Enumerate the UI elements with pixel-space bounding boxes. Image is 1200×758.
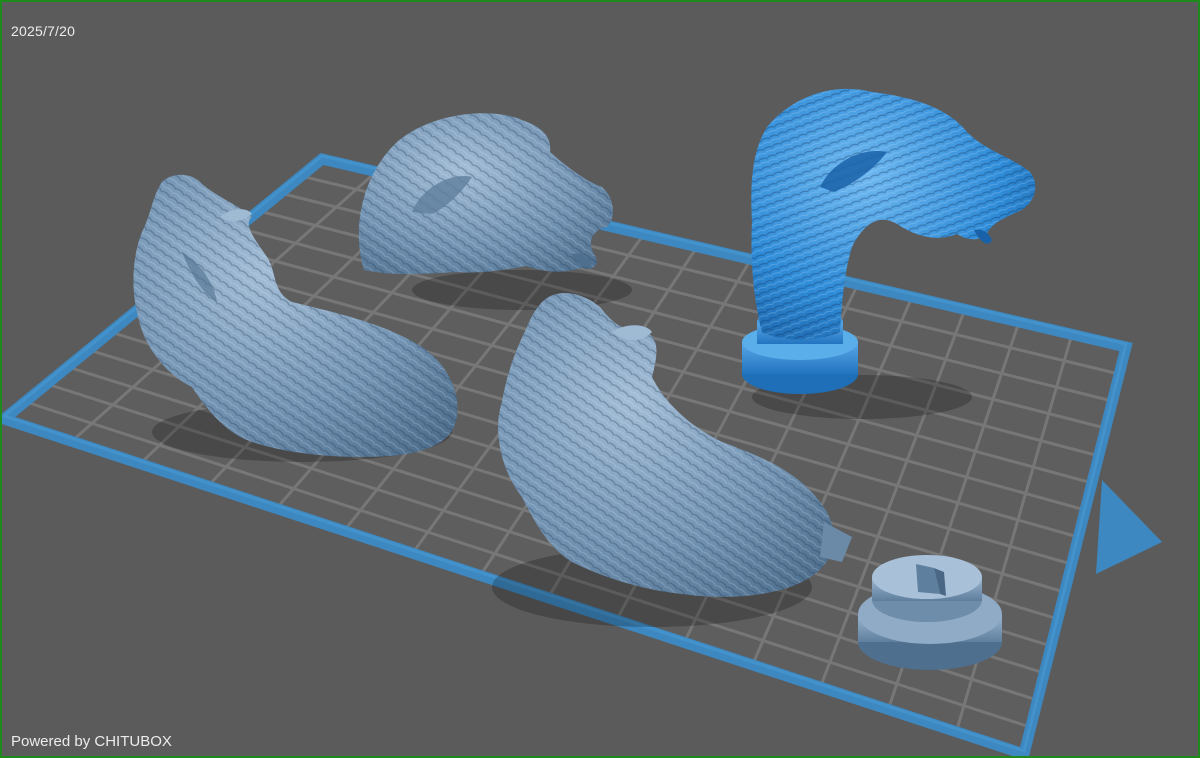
round-base-model[interactable] [858,555,1002,670]
date-stamp: 2025/7/20 [11,23,76,39]
3d-viewport[interactable]: 2025/7/20 Powered by CHITUBOX [0,0,1200,758]
front-direction-marker [1096,480,1162,574]
dog-head-bust-model[interactable] [358,113,614,274]
build-plate-scene[interactable] [2,2,1198,756]
powered-by-watermark: Powered by CHITUBOX [11,733,172,750]
